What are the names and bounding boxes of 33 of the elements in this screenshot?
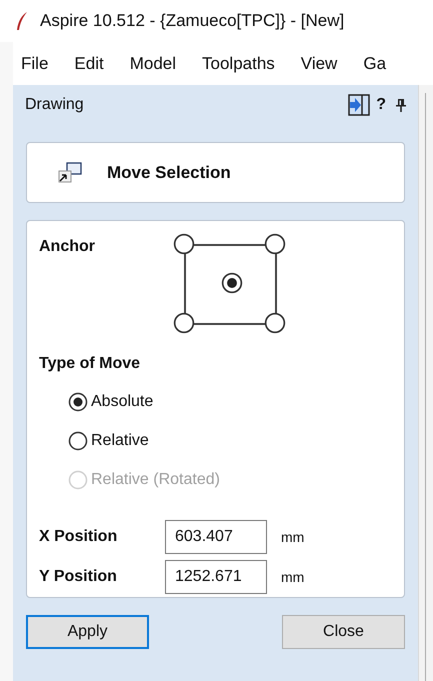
radio-label[interactable]: Absolute <box>91 390 154 414</box>
window-title: Aspire 10.512 - {Zamueco[TPC]} - [New] <box>40 10 344 32</box>
radio-button[interactable] <box>68 431 88 451</box>
anchor-label: Anchor <box>39 237 95 257</box>
menu-item[interactable]: File <box>21 50 48 76</box>
pin-icon[interactable] <box>396 98 406 112</box>
unit-label: mm <box>281 528 304 546</box>
menu-item[interactable]: Edit <box>74 50 104 76</box>
tool-title: Move Selection <box>107 162 231 184</box>
radio-label[interactable]: Relative <box>91 429 149 453</box>
dialog-button[interactable]: Close <box>282 615 405 649</box>
menu-item[interactable]: Model <box>130 50 176 76</box>
arrow-into-panel-icon[interactable] <box>348 94 370 116</box>
menu-item[interactable]: Ga <box>363 50 386 76</box>
radio-button[interactable] <box>264 312 286 334</box>
number-field[interactable]: 1252.671 <box>165 560 267 594</box>
section-label: Type of Move <box>39 354 142 374</box>
menu-item[interactable]: Toolpaths <box>202 50 275 76</box>
menu-item[interactable]: View <box>300 50 338 76</box>
feather-icon <box>16 11 28 31</box>
radio-button[interactable] <box>221 272 243 294</box>
move-selection-icon <box>57 160 83 184</box>
radio-button[interactable] <box>68 392 88 412</box>
dialog-button[interactable]: Apply <box>26 615 149 649</box>
radio-button[interactable] <box>173 312 195 334</box>
panel-title: Drawing <box>25 95 85 115</box>
field-label: X Position <box>39 527 118 547</box>
unit-label: mm <box>281 568 304 586</box>
radio-button[interactable] <box>173 233 195 255</box>
number-field[interactable]: 603.407 <box>165 520 267 554</box>
radio-button[interactable] <box>264 233 286 255</box>
field-label: Y Position <box>39 567 118 587</box>
help-button[interactable]: ? <box>376 97 386 113</box>
